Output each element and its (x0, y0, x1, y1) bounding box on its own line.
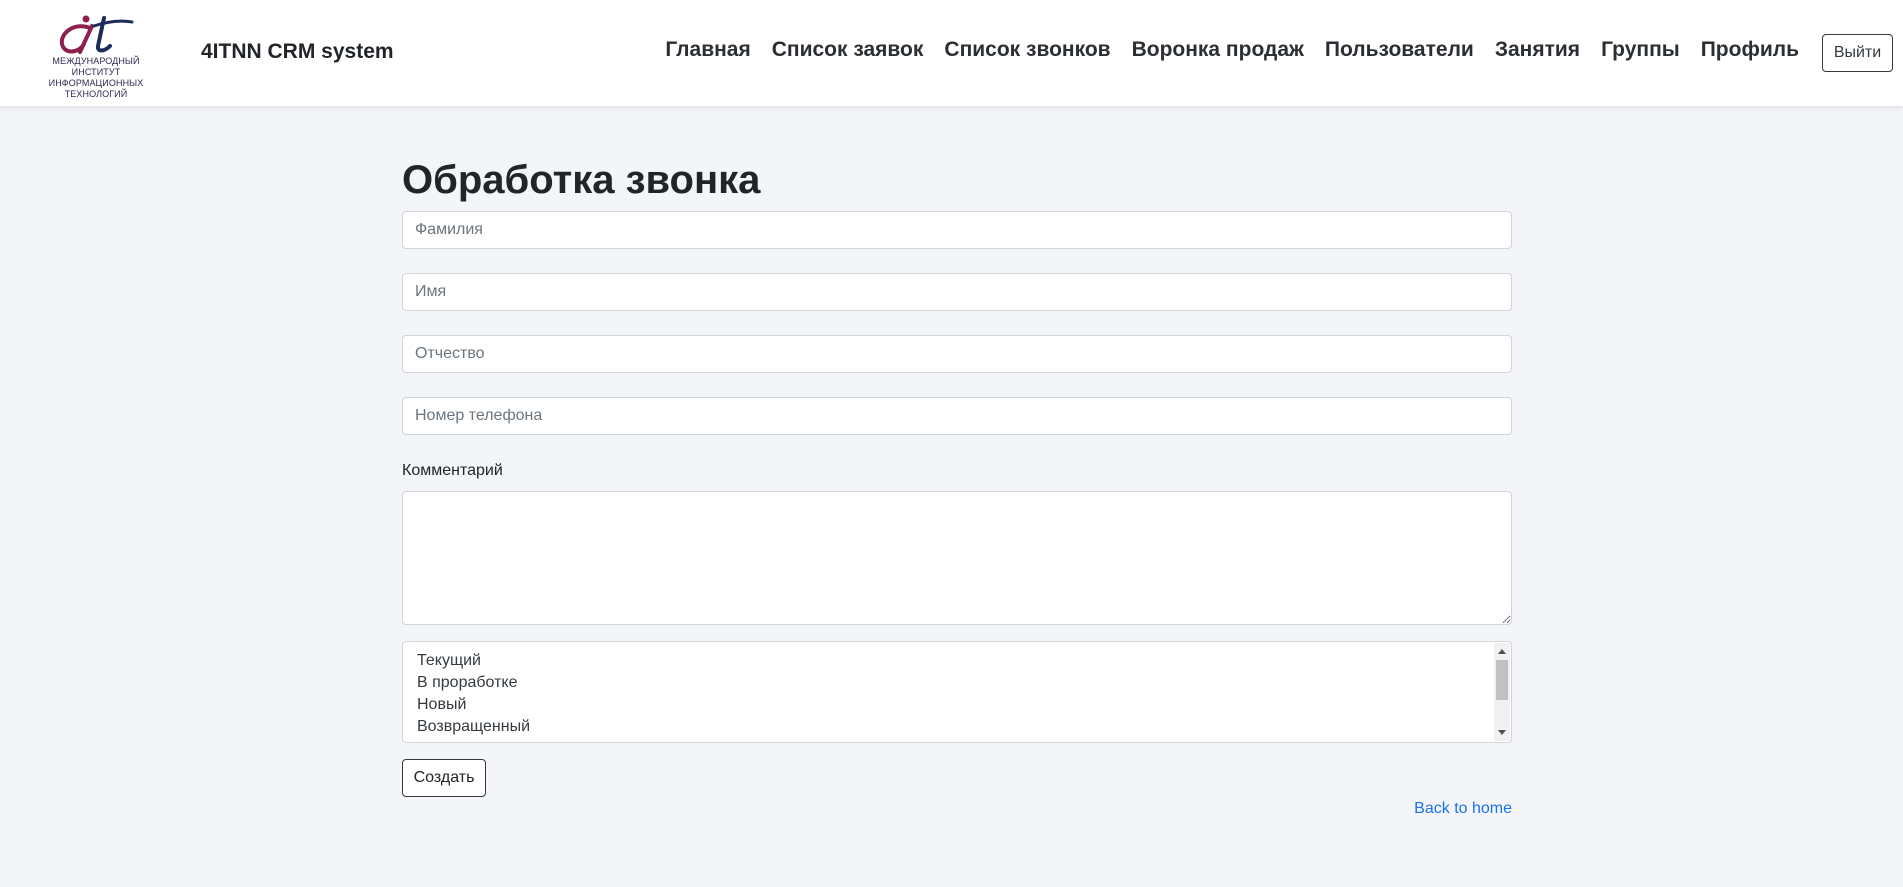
comment-textarea[interactable] (402, 491, 1512, 625)
patronymic-input[interactable] (402, 335, 1512, 373)
phone-input[interactable] (402, 397, 1512, 435)
page-title: Обработка звонка (402, 158, 761, 202)
scroll-up-arrow-icon[interactable] (1498, 649, 1506, 654)
logo-line: ТЕХНОЛОГИЙ (64, 89, 128, 99)
main-nav: Главная Список заявок Список звонков Вор… (665, 38, 1799, 62)
brand-title[interactable]: 4ITNN CRM system (201, 40, 394, 64)
status-options: Текущий В проработке Новый Возвращенный (417, 650, 530, 738)
nav-profile[interactable]: Профиль (1701, 38, 1799, 62)
lastname-input[interactable] (402, 211, 1512, 249)
nav-home[interactable]: Главная (665, 38, 750, 62)
scroll-down-arrow-icon[interactable] (1498, 730, 1506, 735)
navbar: МЕЖДУНАРОДНЫЙ ИНСТИТУТ ИНФОРМАЦИОННЫХ ТЕ… (0, 0, 1903, 106)
status-option[interactable]: В проработке (417, 672, 530, 694)
status-listbox[interactable]: Текущий В проработке Новый Возвращенный (402, 641, 1512, 743)
nav-applications[interactable]: Список заявок (772, 38, 924, 62)
status-option[interactable]: Новый (417, 694, 530, 716)
it-logo-icon (59, 15, 134, 54)
firstname-input[interactable] (402, 273, 1512, 311)
listbox-scrollbar[interactable] (1494, 643, 1510, 741)
status-option[interactable]: Текущий (417, 650, 530, 672)
logo-caption: МЕЖДУНАРОДНЫЙ ИНСТИТУТ ИНФОРМАЦИОННЫХ ТЕ… (30, 56, 162, 100)
logout-button[interactable]: Выйти (1822, 34, 1893, 72)
nav-users[interactable]: Пользователи (1325, 38, 1474, 62)
nav-groups[interactable]: Группы (1601, 38, 1680, 62)
nav-sales-funnel[interactable]: Воронка продаж (1132, 38, 1304, 62)
nav-lessons[interactable]: Занятия (1495, 38, 1580, 62)
status-option[interactable]: Возвращенный (417, 716, 530, 738)
back-to-home-link[interactable]: Back to home (1414, 800, 1512, 818)
scroll-thumb[interactable] (1496, 660, 1508, 700)
create-button[interactable]: Создать (402, 759, 486, 797)
logo-line: ИНФОРМАЦИОННЫХ (48, 78, 144, 88)
comment-label: Комментарий (402, 462, 503, 479)
logo-line: МЕЖДУНАРОДНЫЙ ИНСТИТУТ (52, 56, 140, 77)
nav-calls[interactable]: Список звонков (944, 38, 1110, 62)
institute-logo[interactable]: МЕЖДУНАРОДНЫЙ ИНСТИТУТ ИНФОРМАЦИОННЫХ ТЕ… (30, 12, 162, 99)
